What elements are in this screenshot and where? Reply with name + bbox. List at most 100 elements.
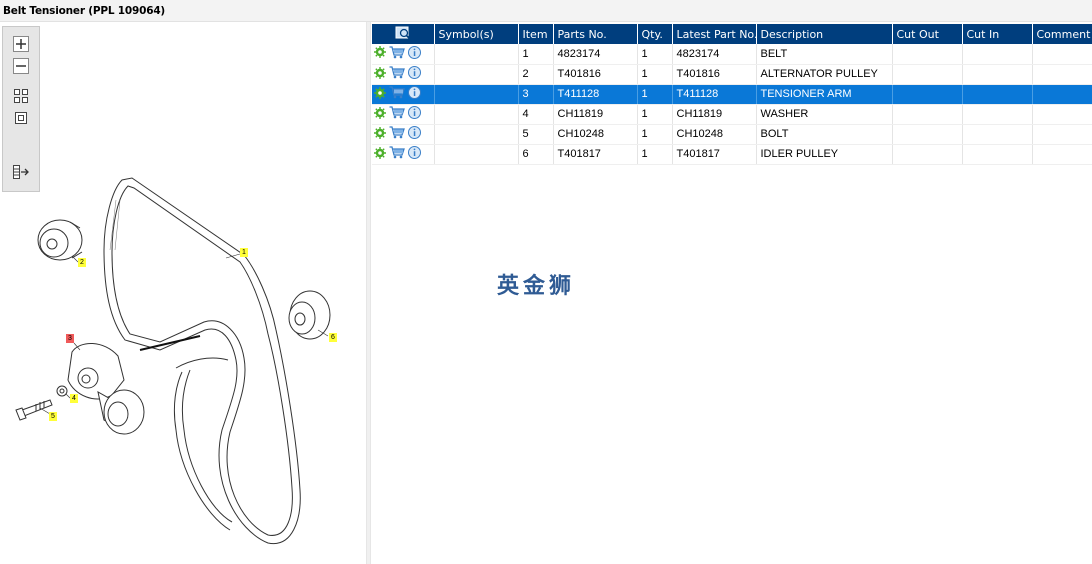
cell-item[interactable]: 3 bbox=[518, 84, 554, 105]
cell-comment[interactable] bbox=[1032, 44, 1092, 65]
cell-comment[interactable] bbox=[1032, 64, 1092, 85]
cell-item[interactable]: 4 bbox=[518, 104, 554, 125]
info-icon[interactable] bbox=[408, 86, 421, 102]
column-header-cut-in[interactable]: Cut In bbox=[962, 24, 1033, 44]
cell-comment[interactable] bbox=[1032, 104, 1092, 125]
callout-5[interactable]: 5 bbox=[49, 412, 57, 421]
cell-cut-in[interactable] bbox=[962, 124, 1033, 145]
callout-4[interactable]: 4 bbox=[70, 394, 78, 403]
cell-latest-part-no[interactable]: T401816 bbox=[672, 64, 757, 85]
cell-qty[interactable]: 1 bbox=[637, 144, 673, 165]
column-header-item[interactable]: Item bbox=[518, 24, 554, 44]
cell-cut-out[interactable] bbox=[892, 124, 963, 145]
cell-cut-out[interactable] bbox=[892, 104, 963, 125]
zoom-out-icon[interactable] bbox=[12, 57, 30, 75]
cell-description[interactable]: BOLT bbox=[756, 124, 893, 145]
info-icon[interactable] bbox=[408, 66, 421, 82]
cell-cut-in[interactable] bbox=[962, 84, 1033, 105]
column-header-symbols[interactable]: Symbol(s) bbox=[434, 24, 519, 44]
add-to-cart-icon[interactable] bbox=[389, 106, 405, 122]
column-header-latest-part-no[interactable]: Latest Part No. bbox=[672, 24, 757, 44]
cell-symbols[interactable] bbox=[434, 104, 519, 125]
cell-cut-in[interactable] bbox=[962, 144, 1033, 165]
cell-parts-no[interactable]: T411128 bbox=[553, 84, 638, 105]
column-header-description[interactable]: Description bbox=[756, 24, 893, 44]
cell-parts-no[interactable]: 4823174 bbox=[553, 44, 638, 65]
cell-qty[interactable]: 1 bbox=[637, 104, 673, 125]
settings-gear-icon[interactable] bbox=[374, 126, 386, 142]
cell-cut-in[interactable] bbox=[962, 104, 1033, 125]
table-row[interactable]: 1 4823174 1 4823174 BELT bbox=[372, 44, 1092, 65]
settings-gear-icon[interactable] bbox=[374, 66, 386, 82]
table-row[interactable]: 4 CH11819 1 CH11819 WASHER bbox=[372, 104, 1092, 125]
cell-latest-part-no[interactable]: 4823174 bbox=[672, 44, 757, 65]
table-row[interactable]: 2 T401816 1 T401816 ALTERNATOR PULLEY bbox=[372, 64, 1092, 85]
cell-parts-no[interactable]: CH11819 bbox=[553, 104, 638, 125]
info-icon[interactable] bbox=[408, 126, 421, 142]
table-row[interactable]: 6 T401817 1 T401817 IDLER PULLEY bbox=[372, 144, 1092, 165]
cell-item[interactable]: 5 bbox=[518, 124, 554, 145]
pane-splitter[interactable] bbox=[366, 22, 371, 564]
cell-comment[interactable] bbox=[1032, 84, 1092, 105]
callout-3[interactable]: 3 bbox=[66, 334, 74, 343]
cell-cut-out[interactable] bbox=[892, 44, 963, 65]
add-to-cart-icon[interactable] bbox=[389, 46, 405, 62]
cell-description[interactable]: IDLER PULLEY bbox=[756, 144, 893, 165]
cell-symbols[interactable] bbox=[434, 44, 519, 65]
search-parts-icon[interactable] bbox=[395, 26, 411, 40]
column-header-tools[interactable] bbox=[372, 24, 435, 44]
cell-description[interactable]: TENSIONER ARM bbox=[756, 84, 893, 105]
cell-comment[interactable] bbox=[1032, 124, 1092, 145]
cell-parts-no[interactable]: T401816 bbox=[553, 64, 638, 85]
add-to-cart-icon[interactable] bbox=[389, 86, 405, 102]
cell-qty[interactable]: 1 bbox=[637, 124, 673, 145]
cell-qty[interactable]: 1 bbox=[637, 84, 673, 105]
column-header-comment[interactable]: Comment bbox=[1032, 24, 1092, 44]
callout-1[interactable]: 1 bbox=[240, 248, 248, 257]
cell-description[interactable]: WASHER bbox=[756, 104, 893, 125]
column-header-cut-out[interactable]: Cut Out bbox=[892, 24, 963, 44]
fit-all-icon[interactable] bbox=[12, 87, 30, 105]
cell-symbols[interactable] bbox=[434, 64, 519, 85]
settings-gear-icon[interactable] bbox=[374, 46, 386, 61]
cell-cut-out[interactable] bbox=[892, 144, 963, 165]
cell-item[interactable]: 1 bbox=[518, 44, 554, 65]
callout-2[interactable]: 2 bbox=[78, 258, 86, 267]
zoom-in-icon[interactable] bbox=[12, 35, 30, 53]
add-to-cart-icon[interactable] bbox=[389, 146, 405, 162]
cell-latest-part-no[interactable]: CH11819 bbox=[672, 104, 757, 125]
info-icon[interactable] bbox=[408, 106, 421, 122]
info-icon[interactable] bbox=[408, 146, 421, 162]
cell-item[interactable]: 2 bbox=[518, 64, 554, 85]
settings-gear-icon[interactable] bbox=[374, 146, 386, 162]
callout-6[interactable]: 6 bbox=[329, 333, 337, 342]
illustration-pane[interactable]: 1 2 3 4 5 6 bbox=[0, 22, 366, 564]
cell-symbols[interactable] bbox=[434, 84, 519, 105]
add-to-cart-icon[interactable] bbox=[389, 66, 405, 82]
column-header-parts-no[interactable]: Parts No. bbox=[553, 24, 638, 44]
cell-qty[interactable]: 1 bbox=[637, 44, 673, 65]
cell-parts-no[interactable]: T401817 bbox=[553, 144, 638, 165]
cell-parts-no[interactable]: CH10248 bbox=[553, 124, 638, 145]
cell-item[interactable]: 6 bbox=[518, 144, 554, 165]
cell-symbols[interactable] bbox=[434, 124, 519, 145]
cell-cut-out[interactable] bbox=[892, 84, 963, 105]
cell-description[interactable]: BELT bbox=[756, 44, 893, 65]
cell-cut-in[interactable] bbox=[962, 64, 1033, 85]
info-icon[interactable] bbox=[408, 45, 421, 62]
cell-comment[interactable] bbox=[1032, 144, 1092, 165]
settings-gear-icon[interactable] bbox=[374, 86, 386, 102]
cell-symbols[interactable] bbox=[434, 144, 519, 165]
settings-gear-icon[interactable] bbox=[374, 106, 386, 122]
add-to-cart-icon[interactable] bbox=[389, 126, 405, 142]
export-list-icon[interactable] bbox=[12, 163, 30, 181]
table-row[interactable]: 3 T411128 1 T411128 TENSIONER ARM bbox=[372, 84, 1092, 105]
cell-qty[interactable]: 1 bbox=[637, 64, 673, 85]
fit-page-icon[interactable] bbox=[12, 109, 30, 127]
cell-cut-out[interactable] bbox=[892, 64, 963, 85]
cell-description[interactable]: ALTERNATOR PULLEY bbox=[756, 64, 893, 85]
cell-latest-part-no[interactable]: T411128 bbox=[672, 84, 757, 105]
cell-latest-part-no[interactable]: CH10248 bbox=[672, 124, 757, 145]
cell-latest-part-no[interactable]: T401817 bbox=[672, 144, 757, 165]
cell-cut-in[interactable] bbox=[962, 44, 1033, 65]
